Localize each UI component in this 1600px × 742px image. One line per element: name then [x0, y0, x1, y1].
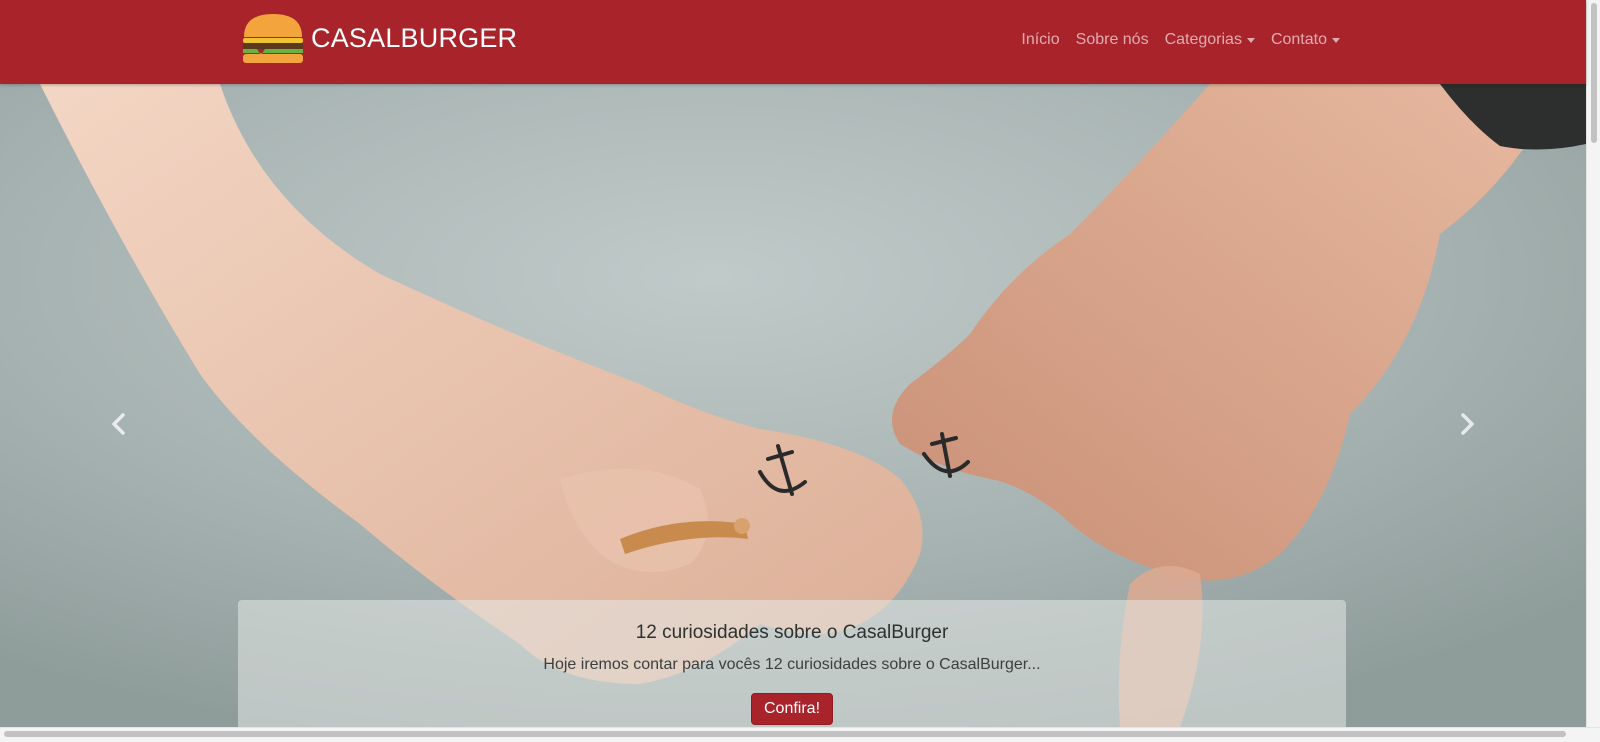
carousel-next-button[interactable] [1447, 404, 1487, 444]
horizontal-scrollbar-thumb[interactable] [4, 731, 1566, 737]
nav-item-label: Contato [1270, 31, 1327, 48]
chevron-right-icon [1461, 413, 1474, 435]
main-nav: Início Sobre nós Categorias Contato [1021, 31, 1340, 49]
horizontal-scrollbar[interactable] [0, 727, 1600, 742]
caption-text: Hoje iremos contar para vocês 12 curiosi… [543, 656, 1041, 673]
nav-item-label: Categorias [1164, 31, 1242, 48]
nav-item-sobre-nos[interactable]: Sobre nós [1076, 31, 1149, 49]
nav-item-label: Início [1021, 31, 1060, 48]
burger-icon [243, 14, 303, 63]
caret-down-icon [1332, 37, 1340, 43]
nav-item-contato-dropdown[interactable]: Contato [1271, 31, 1340, 49]
nav-item-inicio[interactable]: Início [1021, 31, 1059, 49]
carousel-prev-button[interactable] [99, 404, 139, 444]
chevron-left-icon [112, 413, 125, 435]
carousel-caption: 12 curiosidades sobre o CasalBurger Hoje… [238, 600, 1346, 727]
caret-down-icon [1246, 37, 1255, 43]
brand-link[interactable]: CASALBURGER [241, 13, 517, 63]
confira-button[interactable]: Confira! [750, 693, 834, 725]
vertical-scrollbar-thumb[interactable] [1591, 3, 1597, 143]
hero-carousel: 12 curiosidades sobre o CasalBurger Hoje… [0, 84, 1586, 727]
nav-item-categorias-dropdown[interactable]: Categorias [1165, 31, 1255, 49]
brand-name: CASALBURGER [311, 22, 518, 53]
caption-title: 12 curiosidades sobre o CasalBurger [635, 622, 949, 643]
top-navbar: CASALBURGER Início Sobre nós Categorias … [0, 0, 1586, 84]
vertical-scrollbar[interactable] [1586, 0, 1600, 727]
nav-item-label: Sobre nós [1075, 31, 1149, 48]
